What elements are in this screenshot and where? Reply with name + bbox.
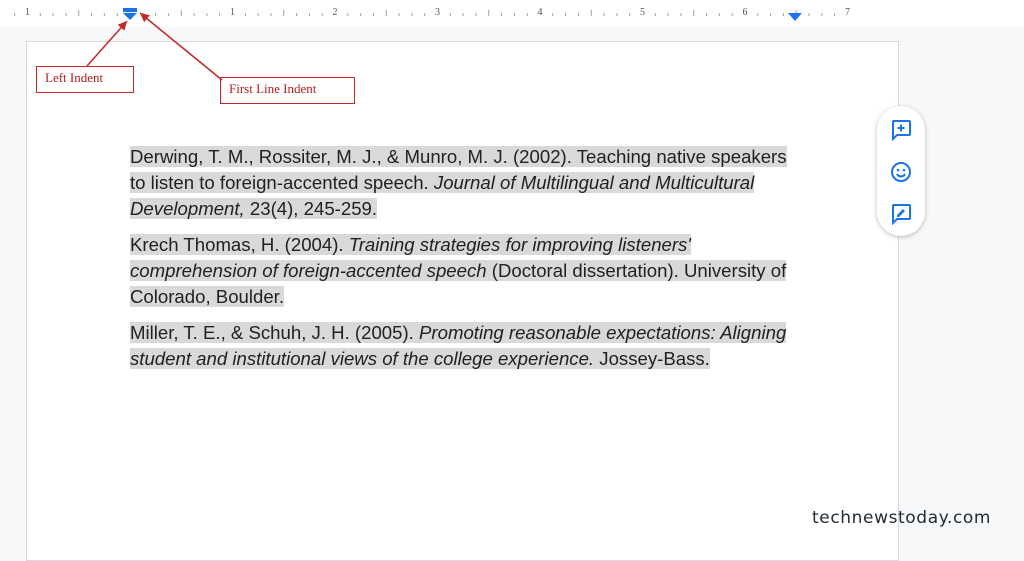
first-line-indent-callout: First Line Indent (220, 77, 355, 104)
left-indent-marker[interactable] (123, 13, 137, 20)
reference-text: Jossey-Bass. (594, 348, 710, 369)
document-body[interactable]: Derwing, T. M., Rossiter, M. J., & Munro… (130, 144, 800, 382)
side-action-toolbar (877, 106, 925, 236)
ruler-number: 1 (230, 7, 235, 18)
ruler-number: 4 (538, 7, 543, 18)
reference-entry[interactable]: Miller, T. E., & Schuh, J. H. (2005). Pr… (130, 320, 800, 372)
reference-entry[interactable]: Derwing, T. M., Rossiter, M. J., & Munro… (130, 144, 800, 222)
reference-text: Krech Thomas, H. (2004). (130, 234, 349, 255)
selected-text-highlight[interactable]: Krech Thomas, H. (2004). Training strate… (130, 234, 787, 307)
add-emoji-reaction-button[interactable] (889, 160, 913, 184)
reference-text: Miller, T. E., & Schuh, J. H. (2005). (130, 322, 420, 343)
first-line-indent-marker[interactable] (123, 8, 137, 12)
ruler-number: 1 (25, 7, 30, 18)
ruler-numbers: 1 1 2 3 4 5 6 7 (25, 7, 850, 18)
ruler-ticks (14, 10, 836, 16)
selected-text-highlight[interactable]: Miller, T. E., & Schuh, J. H. (2005). Pr… (130, 322, 787, 369)
add-comment-button[interactable] (889, 118, 913, 142)
horizontal-ruler[interactable]: 1 1 2 3 4 5 6 7 (0, 0, 1024, 26)
add-comment-icon (892, 120, 911, 142)
ruler-number: 5 (640, 7, 645, 18)
left-indent-callout-label: Left Indent (45, 70, 104, 85)
reference-entry[interactable]: Krech Thomas, H. (2004). Training strate… (130, 232, 800, 310)
left-indent-callout: Left Indent (36, 66, 134, 93)
ruler-number: 6 (743, 7, 748, 18)
selected-text-highlight[interactable]: Derwing, T. M., Rossiter, M. J., & Munro… (130, 146, 787, 219)
ruler-number: 7 (845, 7, 850, 18)
suggest-edits-icon (892, 204, 911, 226)
site-watermark: technewstoday.com (812, 508, 992, 528)
suggest-edits-button[interactable] (889, 202, 913, 226)
ruler-scale: 1 1 2 3 4 5 6 7 (14, 7, 850, 21)
right-indent-marker[interactable] (788, 13, 802, 21)
reference-text: 23(4), 245-259. (244, 198, 378, 219)
first-line-indent-callout-label: First Line Indent (229, 81, 317, 96)
ruler-number: 2 (333, 7, 338, 18)
ruler-number: 3 (435, 7, 440, 18)
emoji-reaction-icon (891, 162, 911, 182)
